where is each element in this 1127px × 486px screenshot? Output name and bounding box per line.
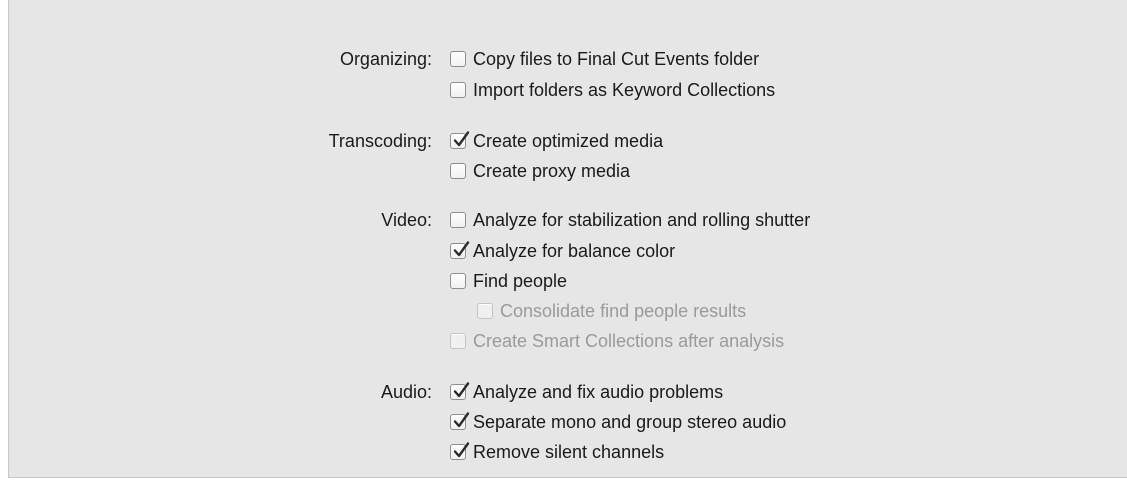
import-preferences-panel — [8, 0, 1127, 478]
create-optimized-media-checkbox[interactable]: Create optimized media — [450, 130, 663, 152]
checkbox-icon — [450, 212, 466, 228]
import-folders-keyword-checkbox[interactable]: Import folders as Keyword Collections — [450, 79, 775, 101]
analyze-stabilization-label: Analyze for stabilization and rolling sh… — [473, 210, 811, 230]
video-label: Video: — [381, 210, 432, 230]
checkbox-icon — [450, 163, 466, 179]
checkbox-checked-icon — [450, 241, 470, 259]
consolidate-find-people-checkbox[interactable]: Consolidate find people results — [477, 300, 746, 322]
checkbox-icon — [450, 333, 466, 349]
checkbox-checked-icon — [450, 382, 470, 400]
create-smart-collections-label: Create Smart Collections after analysis — [473, 331, 785, 351]
create-proxy-media-checkbox[interactable]: Create proxy media — [450, 160, 630, 182]
analyze-balance-color-checkbox[interactable]: Analyze for balance color — [450, 240, 675, 262]
copy-files-checkbox[interactable]: Copy files to Final Cut Events folder — [450, 48, 759, 70]
find-people-label: Find people — [473, 271, 568, 291]
create-optimized-media-label: Create optimized media — [473, 131, 664, 151]
find-people-checkbox[interactable]: Find people — [450, 270, 567, 292]
organizing-label: Organizing: — [339, 49, 432, 69]
create-smart-collections-checkbox[interactable]: Create Smart Collections after analysis — [450, 330, 784, 352]
checkbox-checked-icon — [450, 131, 470, 149]
checkbox-checked-icon — [450, 412, 470, 430]
checkbox-icon — [450, 273, 466, 289]
import-folders-label: Import folders as Keyword Collections — [473, 80, 776, 100]
separate-mono-stereo-label: Separate mono and group stereo audio — [473, 412, 787, 432]
checkbox-checked-icon — [450, 442, 470, 460]
audio-label: Audio: — [380, 382, 432, 402]
checkbox-icon — [477, 303, 493, 319]
separate-mono-stereo-checkbox[interactable]: Separate mono and group stereo audio — [450, 411, 786, 433]
analyze-stabilization-checkbox[interactable]: Analyze for stabilization and rolling sh… — [450, 209, 810, 231]
analyze-fix-audio-label: Analyze and fix audio problems — [473, 382, 724, 402]
analyze-balance-color-label: Analyze for balance color — [473, 241, 676, 261]
create-proxy-media-label: Create proxy media — [473, 161, 631, 181]
remove-silent-channels-label: Remove silent channels — [473, 442, 665, 462]
transcoding-label: Transcoding: — [328, 131, 432, 151]
checkbox-icon — [450, 51, 466, 67]
analyze-fix-audio-checkbox[interactable]: Analyze and fix audio problems — [450, 381, 723, 403]
copy-files-label: Copy files to Final Cut Events folder — [473, 49, 760, 69]
consolidate-find-people-label: Consolidate find people results — [500, 301, 747, 321]
checkbox-icon — [450, 82, 466, 98]
remove-silent-channels-checkbox[interactable]: Remove silent channels — [450, 441, 664, 463]
